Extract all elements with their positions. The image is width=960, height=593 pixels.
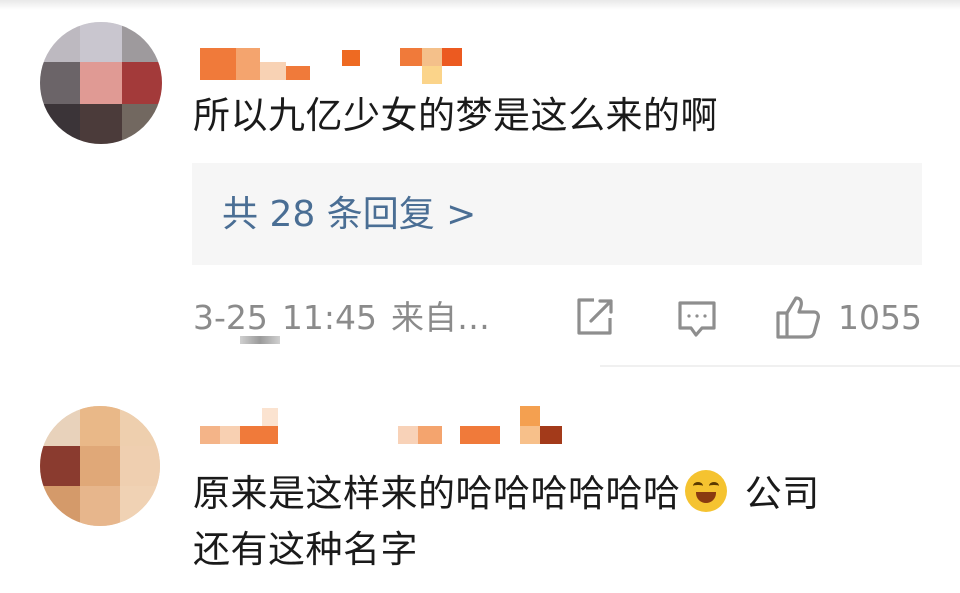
username-blurred[interactable] [200,404,562,446]
comment-time: 11:45 [281,298,378,337]
avatar[interactable] [40,406,160,526]
comment-text-line2: 还有这种名字 [193,528,418,571]
thumbs-up-icon[interactable] [774,293,822,341]
comment-text-part2: 公司 [732,472,820,515]
replies-panel[interactable]: 共 28 条回复 > [192,163,922,265]
comment-date: 3-25 [193,298,268,337]
avatar[interactable] [40,22,162,144]
share-icon[interactable] [574,296,616,338]
like-count: 1055 [838,298,922,337]
username-blurred[interactable] [200,44,462,84]
divider [600,365,960,367]
view-replies-link[interactable]: 共 28 条回复 > [222,187,476,243]
comment-source: 来自… [391,298,491,337]
comment-text-part1: 原来是这样来的哈哈哈哈哈哈 [193,472,681,515]
comment-meta: 3-25 11:45 来自… [193,294,504,342]
blurred-source [240,336,280,344]
comment-text: 所以九亿少女的梦是这么来的啊 [193,94,718,137]
laughing-crying-emoji-icon [684,470,727,512]
comment-text: 原来是这样来的哈哈哈哈哈哈 公司 还有这种名字 [193,466,933,578]
comment-icon[interactable] [676,298,718,340]
top-shadow [0,0,960,10]
